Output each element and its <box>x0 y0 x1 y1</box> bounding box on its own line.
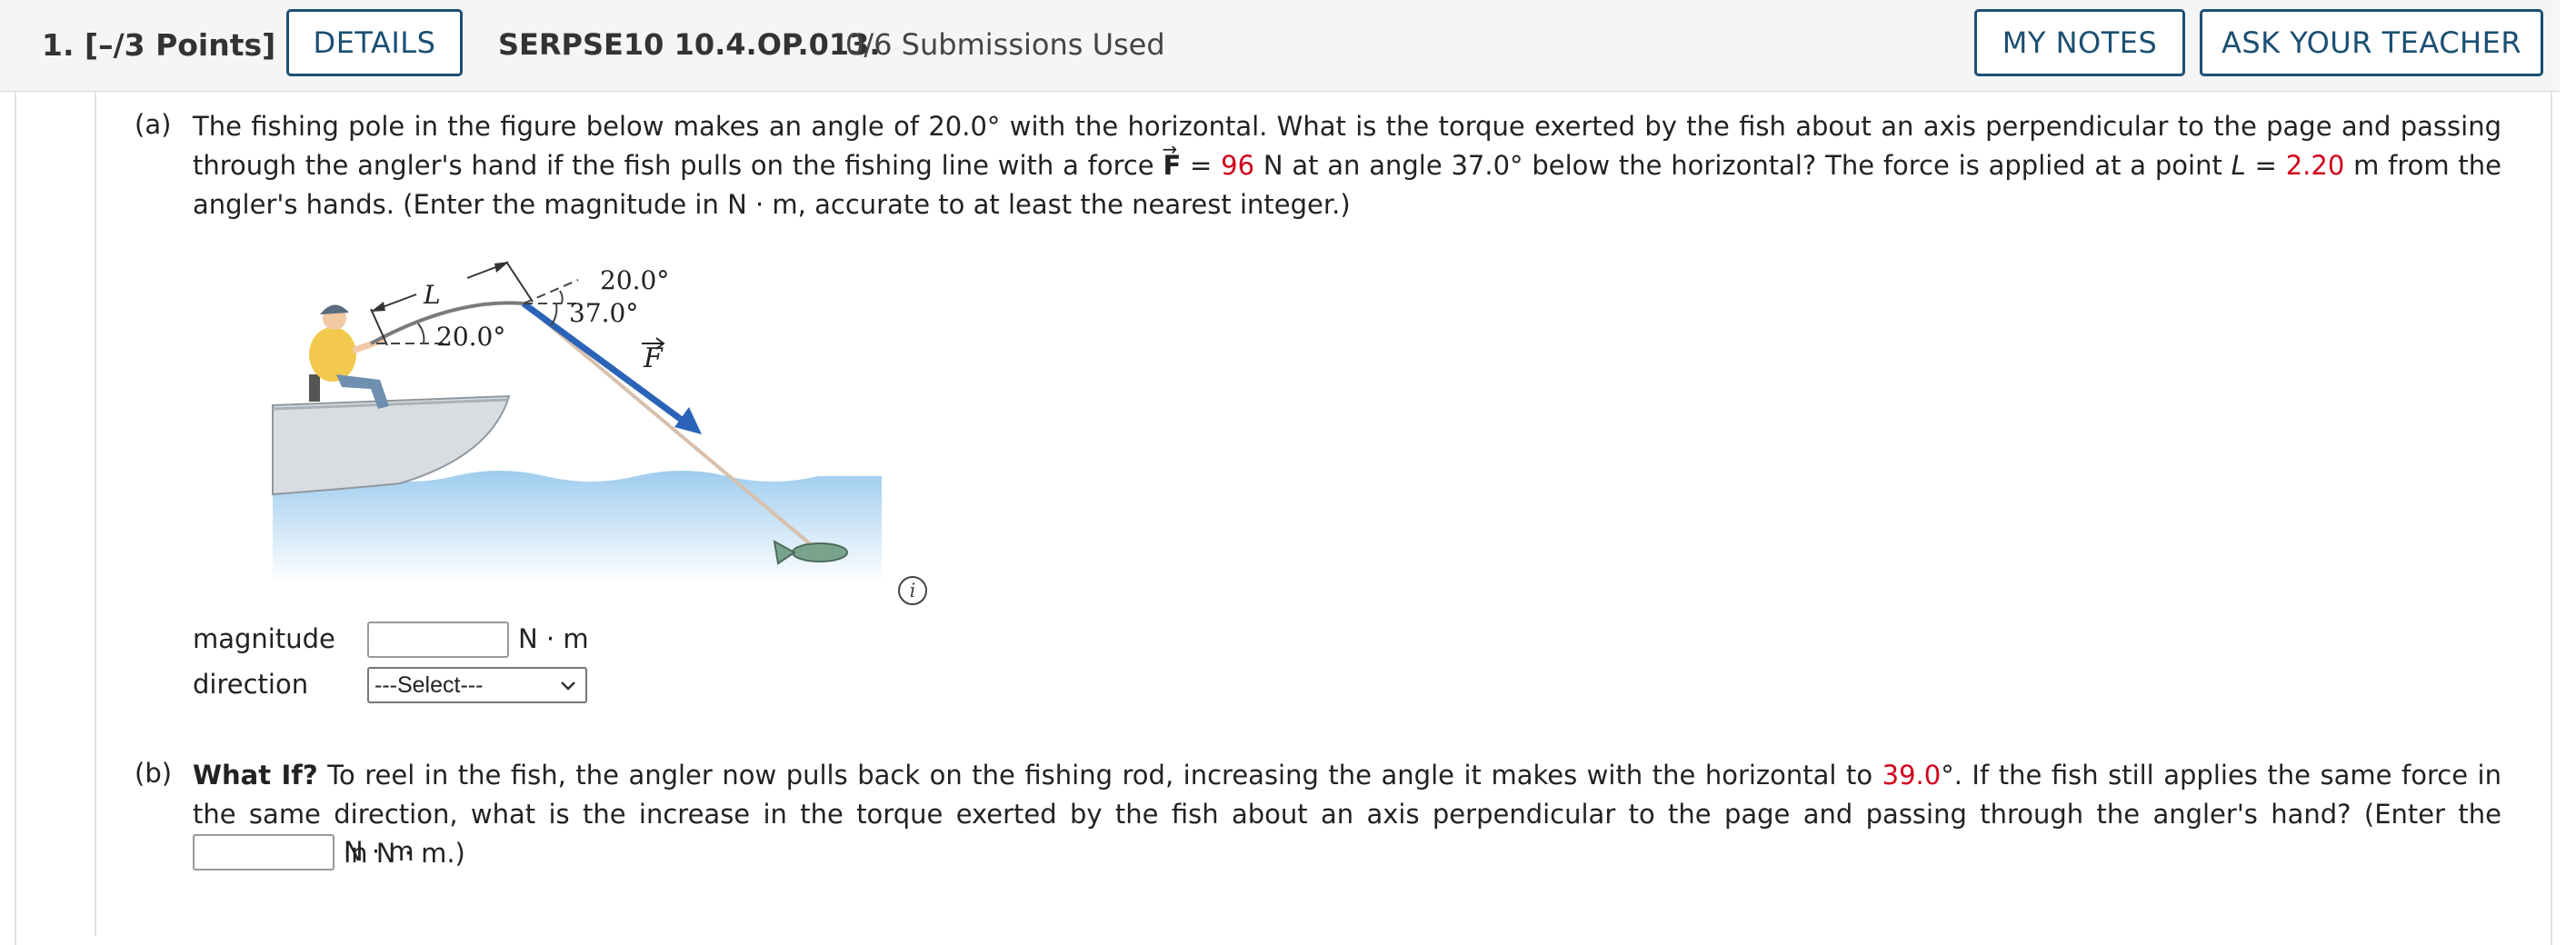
part-b-label: (b) <box>135 758 173 789</box>
direction-label: direction <box>193 669 309 700</box>
part-b-text-1: To reel in the fish, the angler now pull… <box>317 760 1882 791</box>
torque-increase-input[interactable] <box>193 834 334 870</box>
left-rule <box>95 91 96 936</box>
details-button[interactable]: DETAILS <box>286 9 463 76</box>
torque-increase-unit: N · m <box>344 836 414 867</box>
part-b-question-text: What If? To reel in the fish, the angler… <box>193 756 2501 873</box>
ask-teacher-button[interactable]: ASK YOUR TEACHER <box>2200 9 2543 76</box>
magnitude-label: magnitude <box>193 623 335 654</box>
part-a-label: (a) <box>135 109 172 140</box>
question-code: SERPSE10 10.4.OP.013. <box>498 27 881 62</box>
part-a-text-2: N at an angle 37.0° below the horizontal… <box>1254 150 2232 181</box>
figure-angle-force: 37.0° <box>569 298 638 328</box>
fishing-figure: L 20.0° 20.0° 37.0° F <box>272 261 882 583</box>
part-a-question-text: The fishing pole in the figure below mak… <box>193 107 2501 224</box>
angle-value: 39.0 <box>1882 760 1942 791</box>
question-points: 1. [–/3 Points] <box>42 27 276 63</box>
magnitude-input[interactable] <box>367 622 509 658</box>
chevron-down-icon <box>561 681 575 691</box>
length-value: 2.20 <box>2285 150 2345 181</box>
what-if-label: What If? <box>193 760 318 791</box>
equals-sign-2: = <box>2245 150 2286 181</box>
figure-label-L: L <box>423 280 441 310</box>
magnitude-unit: N · m <box>518 623 589 654</box>
figure-angle-pole: 20.0° <box>436 322 505 352</box>
force-vector-symbol: F <box>1163 150 1181 181</box>
direction-selected-value: ---Select--- <box>374 672 484 698</box>
my-notes-button[interactable]: MY NOTES <box>1974 9 2185 76</box>
equals-sign: = <box>1181 150 1222 181</box>
angler <box>309 304 389 409</box>
direction-select[interactable]: ---Select--- <box>367 667 587 703</box>
figure-angle-top: 20.0° <box>600 265 669 295</box>
figure-force-label: F <box>643 343 664 374</box>
info-icon[interactable]: i <box>898 576 927 605</box>
submissions-count: 0/6 Submissions Used <box>845 27 1165 62</box>
length-symbol: L <box>2231 150 2246 181</box>
question-header: 1. [–/3 Points] DETAILS SERPSE10 10.4.OP… <box>0 0 2560 92</box>
force-value: 96 <box>1221 150 1255 181</box>
